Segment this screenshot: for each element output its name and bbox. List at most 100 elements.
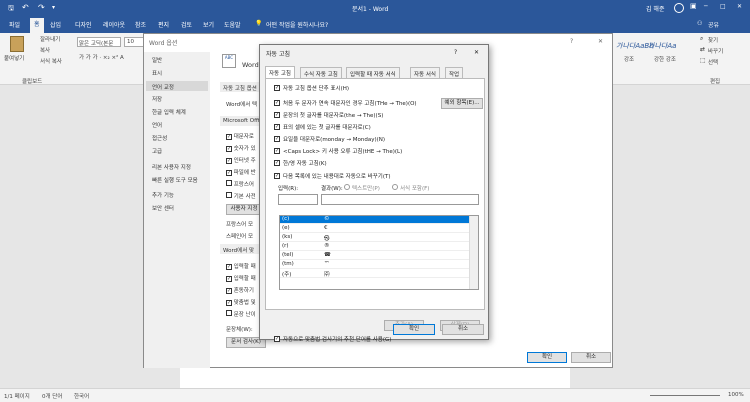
redo-icon[interactable]: ↷	[38, 3, 45, 12]
side-item-accessibility[interactable]: 접근성	[152, 134, 167, 142]
checkbox[interactable]	[226, 310, 232, 316]
checkbox[interactable]	[226, 192, 232, 198]
tab-math-autocorrect[interactable]: 수식 자동 고침	[300, 67, 342, 78]
autocorrect-help-button[interactable]: ?	[454, 49, 457, 56]
options-help-button[interactable]: ?	[570, 38, 573, 45]
side-item-language[interactable]: 언어	[152, 121, 162, 129]
word-count[interactable]: 0개 단어	[42, 392, 62, 400]
style-name-1[interactable]: 강조	[624, 55, 634, 63]
table-row[interactable]: (r) ®	[280, 243, 470, 251]
word-option-1[interactable]: ✓ 입력할 때	[226, 262, 256, 270]
table-row[interactable]: (tel) ☎	[280, 252, 470, 260]
side-item-trust-center[interactable]: 보안 센터	[152, 204, 174, 212]
option-capitalize-table-cells[interactable]: ✓ 표의 셀에 있는 첫 글자를 대문자로(C)	[274, 123, 371, 131]
table-row[interactable]: (e) €	[280, 225, 470, 233]
autocorrect-cancel-button[interactable]: 취소	[442, 324, 484, 335]
cut-button[interactable]: 잘라내기	[40, 35, 60, 43]
replacement-table[interactable]: (c) © (e) € (ks) ㉿ (r) ® (tel) ☎ (tm) ™ (주) ㈜	[279, 215, 479, 290]
options-cancel-button[interactable]: 취소	[571, 352, 611, 363]
exceptions-button[interactable]: 예외 항목(E)...	[441, 98, 483, 109]
tab-insert[interactable]: 삽입	[50, 20, 61, 29]
option-hangul-english[interactable]: ✓ 한/영 자동 고침(K)	[274, 159, 327, 167]
side-item-quick-access[interactable]: 빠른 실행 도구 모음	[152, 176, 198, 184]
user-name[interactable]: 김 해준	[646, 4, 664, 13]
save-icon[interactable]: 🖫	[8, 4, 14, 15]
find-button[interactable]: 찾기	[708, 36, 718, 44]
maximize-button[interactable]: □	[720, 3, 726, 10]
custom-dictionary-button[interactable]: 사용자 지정	[226, 204, 262, 215]
table-row[interactable]: (ks) ㉿	[280, 234, 470, 242]
tell-me-input[interactable]: 어떤 작업을 원하시나요?	[266, 20, 328, 29]
replace-input[interactable]	[278, 194, 318, 205]
checkbox[interactable]: ✓	[274, 160, 280, 166]
tab-actions[interactable]: 작업	[445, 67, 464, 78]
replace-button[interactable]: 바꾸기	[708, 47, 723, 55]
page-count[interactable]: 1/1 페이지	[4, 392, 30, 400]
tab-autoformat[interactable]: 자동 서식	[410, 67, 440, 78]
ribbon-display-icon[interactable]: ▣	[690, 2, 697, 10]
checkbox[interactable]: ✓	[274, 112, 280, 118]
option-capitalize-sentences[interactable]: ✓ 문장의 첫 글자를 대문자로(the → The)(S)	[274, 111, 383, 119]
with-input[interactable]	[321, 194, 479, 205]
options-close-button[interactable]: ✕	[598, 38, 603, 45]
side-item-display[interactable]: 표시	[152, 69, 162, 77]
checkbox[interactable]: ✓	[274, 336, 280, 342]
checkbox[interactable]: ✓	[226, 276, 232, 282]
office-option-6[interactable]: 기본 사전	[226, 192, 256, 200]
paste-label[interactable]: 붙여넣기	[4, 54, 24, 62]
word-option-3[interactable]: ✓ 혼동하기	[226, 286, 254, 294]
office-option-5[interactable]: 프랑스어	[226, 180, 254, 188]
zoom-slider[interactable]	[650, 395, 720, 396]
option-two-initial-caps[interactable]: ✓ 처음 두 문자가 연속 대문자인 경우 고침(THe → The)(O)	[274, 99, 417, 107]
word-option-4[interactable]: ✓ 맞춤법 및	[226, 298, 256, 306]
checkbox[interactable]: ✓	[226, 134, 232, 140]
office-option-4[interactable]: ✓ 파일에 반	[226, 168, 256, 176]
undo-icon[interactable]: ↶	[22, 3, 29, 12]
side-item-hangul-input[interactable]: 한글 입력 체계	[152, 108, 186, 116]
checkbox[interactable]: ✓	[226, 288, 232, 294]
format-buttons[interactable]: 가 가 가 · ×₂ ×² A	[79, 53, 124, 61]
format-painter-button[interactable]: 서식 복사	[40, 57, 62, 65]
side-item-customize-ribbon[interactable]: 리본 사용자 지정	[152, 163, 191, 171]
table-row[interactable]: (tm) ™	[280, 261, 470, 269]
tab-review[interactable]: 검토	[181, 20, 192, 29]
side-item-advanced[interactable]: 고급	[152, 147, 162, 155]
side-item-general[interactable]: 일반	[152, 56, 162, 64]
word-option-5[interactable]: 문장 난이	[226, 310, 256, 318]
side-item-add-ins[interactable]: 추가 기능	[152, 191, 174, 199]
checkbox[interactable]: ✓	[274, 148, 280, 154]
table-row[interactable]: (주) ㈜	[280, 270, 470, 278]
word-option-2[interactable]: ✓ 입력할 때	[226, 274, 256, 282]
autocorrect-close-button[interactable]: ✕	[474, 49, 479, 56]
option-show-buttons[interactable]: ✓ 자동 고침 옵션 단추 표시(H)	[274, 84, 349, 92]
avatar[interactable]	[674, 3, 684, 13]
options-ok-button[interactable]: 확인	[527, 352, 567, 363]
paste-icon[interactable]	[10, 36, 24, 52]
checkbox[interactable]	[226, 180, 232, 186]
checkbox[interactable]: ✓	[226, 300, 232, 306]
checkbox[interactable]: ✓	[226, 170, 232, 176]
copy-button[interactable]: 복사	[40, 46, 50, 54]
select-button[interactable]: 선택	[708, 58, 718, 66]
table-row[interactable]: (c) ©	[280, 216, 470, 224]
tab-references[interactable]: 참조	[135, 20, 146, 29]
autocorrect-ok-button[interactable]: 확인	[393, 324, 435, 335]
checkbox[interactable]: ✓	[274, 100, 280, 106]
checkbox[interactable]: ✓	[226, 264, 232, 270]
share-button[interactable]: 공유	[708, 20, 719, 29]
tab-home[interactable]: 홈	[30, 18, 44, 33]
checkbox[interactable]: ✓	[226, 146, 232, 152]
office-option-2[interactable]: ✓ 숫자가 있	[226, 144, 256, 152]
checkbox[interactable]: ✓	[226, 158, 232, 164]
option-capitalize-days[interactable]: ✓ 요일을 대문자로(monday → Monday)(N)	[274, 135, 385, 143]
office-option-3[interactable]: ✓ 인터넷 주	[226, 156, 256, 164]
style-sample-2[interactable]: 가나다Aa	[648, 41, 676, 51]
tab-file[interactable]: 파일	[9, 20, 20, 29]
zoom-level[interactable]: 100%	[728, 392, 744, 398]
office-option-1[interactable]: ✓ 대문자로	[226, 132, 254, 140]
radio-text-only-icon[interactable]	[344, 184, 350, 190]
option-spell-suggest[interactable]: ✓ 자동으로 맞춤법 검사기의 추천 단어를 사용(G)	[274, 335, 391, 343]
side-item-proofing[interactable]: 언어 교정	[146, 81, 208, 91]
customize-icon[interactable]: ▾	[52, 4, 55, 11]
checkbox[interactable]: ✓	[274, 85, 280, 91]
